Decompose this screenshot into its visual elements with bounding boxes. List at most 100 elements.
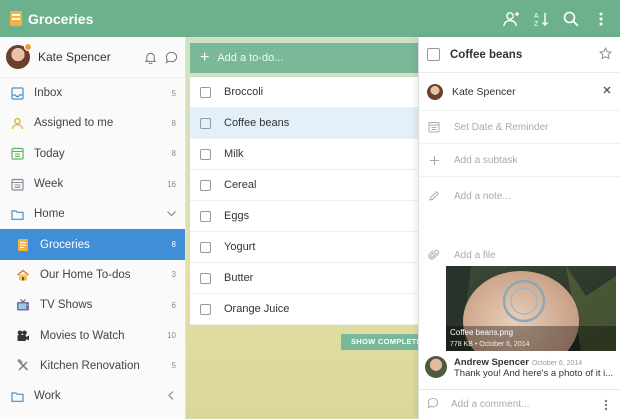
avatar [427, 83, 443, 100]
task-label: Cereal [224, 179, 257, 191]
sidebar-item-count: 8 [171, 118, 176, 128]
list-header: Groceries [0, 0, 93, 37]
task-list: Broccoli Coffee beans Milk Cereal Eggs Y… [190, 77, 418, 325]
calendar-week-icon [10, 177, 24, 191]
task-row[interactable]: Eggs [190, 201, 418, 232]
top-bar: Groceries AZ [0, 0, 620, 37]
plus-icon [427, 153, 441, 167]
calendar-today-icon [10, 147, 24, 161]
sidebar-item-label: Kitchen Renovation [40, 359, 140, 372]
task-row[interactable]: Milk [190, 139, 418, 170]
task-row[interactable]: Broccoli [190, 77, 418, 108]
inbox-icon [10, 86, 24, 100]
svg-text:Z: Z [534, 21, 539, 28]
chevron-left-icon[interactable] [166, 390, 177, 404]
sidebar-item-assigned-to-me[interactable]: Assigned to me 8 [0, 108, 185, 138]
sidebar-item-our-home-to-dos[interactable]: Our Home To-dos 3 [0, 260, 185, 290]
paperclip-icon [427, 248, 441, 262]
task-label: Orange Juice [224, 303, 290, 315]
task-checkbox[interactable] [200, 148, 211, 160]
task-checkbox[interactable] [200, 303, 211, 315]
add-note-row[interactable]: Add a note... [419, 177, 620, 215]
search-icon[interactable] [558, 6, 584, 32]
bell-icon[interactable] [144, 51, 157, 67]
task-row[interactable]: Yogurt [190, 232, 418, 263]
comment: Andrew Spencer October 6, 2014 Thank you!… [419, 352, 620, 386]
task-row[interactable]: Cereal [190, 170, 418, 201]
sidebar-item-work[interactable]: Work [0, 381, 185, 411]
user-name: Kate Spencer [38, 50, 111, 64]
task-label: Milk [224, 148, 244, 160]
sidebar-item-count: 3 [171, 270, 176, 280]
sidebar-item-label: Week [34, 178, 64, 191]
task-row[interactable]: Coffee beans [190, 108, 418, 139]
sidebar-item-home[interactable]: Home [0, 199, 185, 229]
task-label: Yogurt [224, 241, 256, 253]
sidebar-item-kitchen-renovation[interactable]: Kitchen Renovation 5 [0, 351, 185, 381]
file-meta: 778 KB • October 6, 2014 [450, 341, 530, 348]
user-profile[interactable]: Kate Spencer [0, 37, 185, 78]
task-checkbox[interactable] [200, 117, 211, 129]
chevron-down-icon[interactable] [166, 208, 177, 222]
list-title: Groceries [28, 10, 94, 27]
show-completed-button[interactable]: SHOW COMPLETED [341, 334, 421, 350]
detail-title[interactable]: Coffee beans [450, 49, 522, 61]
sidebar: Kate Spencer Inbox 5 Assigned to me 8 To… [0, 37, 186, 419]
more-vertical-icon[interactable] [600, 398, 612, 415]
task-checkbox[interactable] [200, 179, 211, 191]
assignee-name: Kate Spencer [452, 85, 516, 98]
list-icon [10, 11, 22, 26]
hammer-emoji-icon [16, 358, 30, 373]
task-label: Butter [224, 272, 254, 284]
add-file-label: Add a file [454, 249, 496, 261]
sidebar-item-groceries[interactable]: Groceries 8 [0, 229, 185, 260]
sidebar-item-today[interactable]: Today 8 [0, 139, 185, 169]
camera-emoji-icon [16, 329, 30, 343]
sidebar-item-count: 5 [171, 88, 176, 98]
more-vertical-icon[interactable] [588, 6, 614, 32]
sidebar-item-count: 6 [171, 300, 176, 310]
task-checkbox[interactable] [200, 210, 211, 222]
detail-header: Coffee beans [419, 37, 620, 73]
sidebar-item-week[interactable]: Week 16 [0, 169, 185, 199]
plus-icon: + [200, 49, 210, 66]
chat-icon[interactable] [165, 51, 178, 67]
close-icon[interactable] [602, 85, 612, 98]
star-icon[interactable] [599, 47, 612, 63]
add-subtask-row[interactable]: Add a subtask [419, 144, 620, 177]
file-name: Coffee beans.png [450, 328, 514, 337]
sidebar-item-label: Today [34, 147, 65, 160]
sidebar-item-label: Our Home To-dos [40, 268, 131, 281]
task-checkbox[interactable] [200, 86, 211, 98]
add-person-icon[interactable] [498, 6, 524, 32]
task-checkbox[interactable] [200, 241, 211, 253]
folder-icon [10, 389, 24, 403]
add-todo-placeholder: Add a to-do... [217, 52, 284, 64]
task-label: Broccoli [224, 86, 264, 98]
house-emoji-icon [16, 268, 30, 282]
task-list-panel: + Add a to-do... Broccoli Coffee beans M… [186, 37, 421, 419]
file-attachment[interactable]: Coffee beans.png 778 KB • October 6, 201… [446, 266, 616, 351]
task-checkbox[interactable] [200, 272, 211, 284]
sidebar-item-tv-shows[interactable]: TV Shows 6 [0, 290, 185, 320]
folder-icon [10, 207, 24, 221]
sidebar-item-count: 8 [171, 149, 176, 159]
task-row[interactable]: Orange Juice [190, 294, 418, 325]
sidebar-item-movies-to-watch[interactable]: Movies to Watch 10 [0, 320, 185, 350]
add-note-label: Add a note... [454, 190, 511, 202]
sidebar-item-count: 10 [167, 331, 176, 341]
avatar [425, 356, 447, 378]
sidebar-item-label: Movies to Watch [40, 329, 125, 342]
add-comment-input[interactable]: Add a comment... [419, 389, 620, 419]
task-label: Coffee beans [224, 117, 290, 129]
sidebar-item-count: 8 [171, 240, 176, 250]
sort-icon[interactable]: AZ [528, 6, 554, 32]
add-file-row[interactable]: Add a file [419, 243, 620, 267]
notification-dot [24, 43, 32, 51]
assignee-row[interactable]: Kate Spencer [419, 73, 620, 111]
sidebar-item-inbox[interactable]: Inbox 5 [0, 78, 185, 108]
task-row[interactable]: Butter [190, 263, 418, 294]
set-date-row[interactable]: Set Date & Reminder [419, 111, 620, 144]
detail-checkbox[interactable] [427, 48, 440, 61]
add-todo-input[interactable]: + Add a to-do... [190, 43, 418, 73]
